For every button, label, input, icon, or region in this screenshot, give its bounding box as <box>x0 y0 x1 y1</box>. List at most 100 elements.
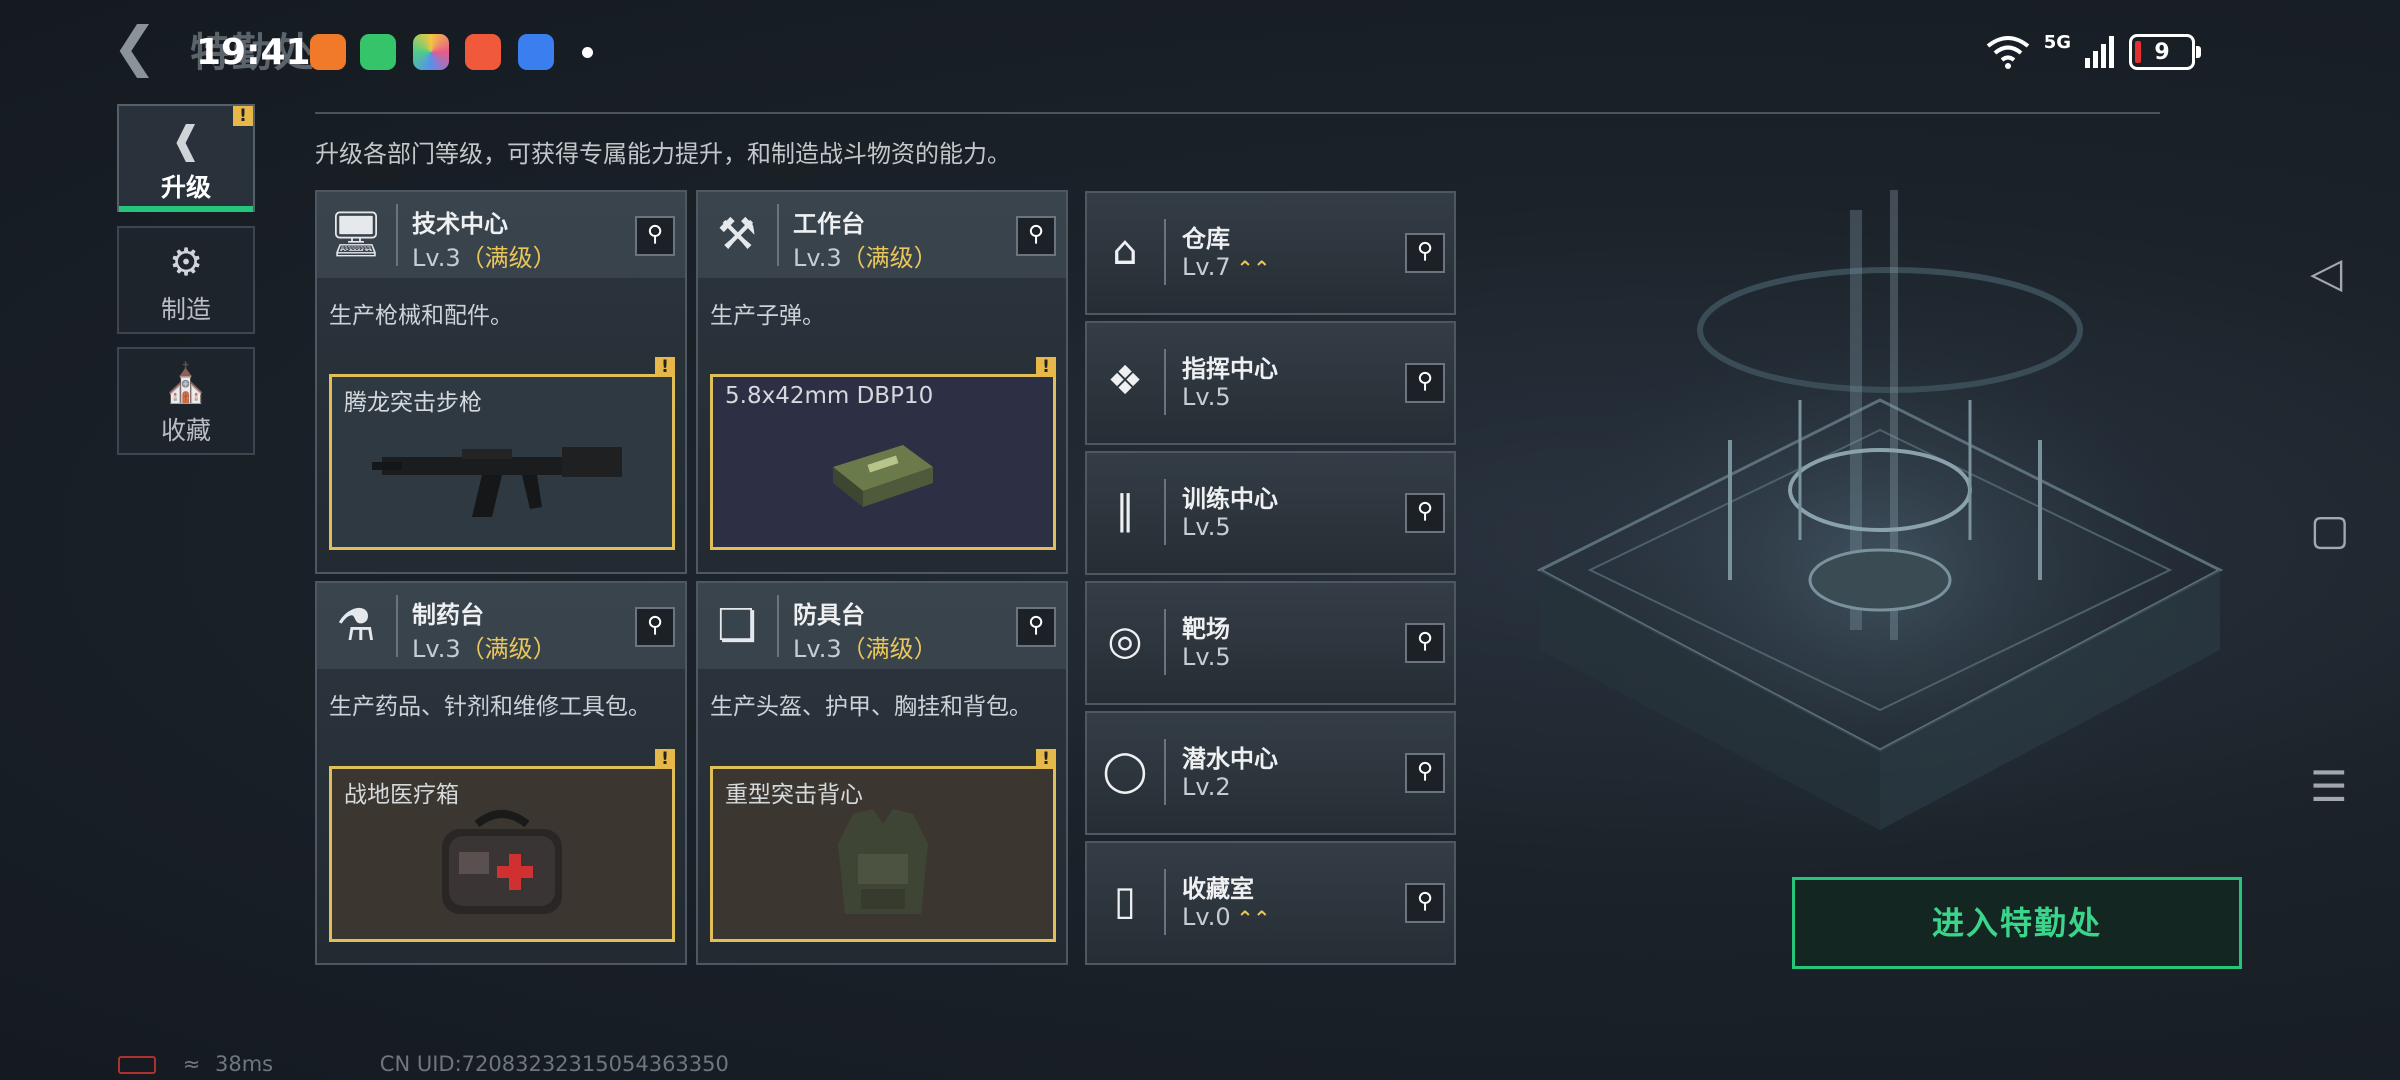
facility-name: 收藏室 <box>1182 875 1254 903</box>
computer-icon: 🖥 <box>328 209 384 260</box>
tab-upgrade[interactable]: ❰ 升级 ! <box>117 104 255 212</box>
card-description: 生产子弹。 <box>710 303 825 329</box>
item-name: 腾龙突击步枪 <box>344 390 482 416</box>
facility-level: Lv.5 <box>1182 643 1231 671</box>
tab-label: 制造 <box>160 295 211 324</box>
divider <box>1164 479 1166 545</box>
facility-name: 潜水中心 <box>1182 745 1278 773</box>
divider <box>1164 349 1166 415</box>
back-nav-icon[interactable]: ◁ <box>2310 248 2342 297</box>
search-button[interactable]: ⚲ <box>635 216 675 256</box>
more-notifications-dot <box>582 47 593 58</box>
base-hologram-image <box>1520 190 2240 870</box>
hammer-wrench-icon: ⚒ <box>717 209 757 260</box>
card-level: Lv.3（满级） <box>412 238 557 273</box>
craft-item-slot[interactable]: 战地医疗箱 ! <box>329 749 675 942</box>
card-workbench[interactable]: ⚒ 工作台 Lv.3（满级） ⚲ 生产子弹。 5.8x42mm DBP10 ! <box>696 190 1068 574</box>
ammo-box-image <box>833 445 933 507</box>
wifi-icon: ≈ <box>182 1052 201 1076</box>
level-value: Lv.3 <box>412 244 461 272</box>
alert-badge: ! <box>1036 749 1056 769</box>
max-level-label: （满级） <box>841 635 938 663</box>
search-button[interactable]: ⚲ <box>1405 883 1445 923</box>
enter-base-button[interactable]: 进入特勤处 <box>1792 877 2242 969</box>
tab-label: 升级 <box>160 173 211 202</box>
facility-warehouse[interactable]: ⌂ 仓库 Lv.7 ⌃⌃ ⚲ <box>1085 191 1456 315</box>
alert-badge: ! <box>233 106 253 126</box>
search-button[interactable]: ⚲ <box>1405 623 1445 663</box>
item-name: 5.8x42mm DBP10 <box>725 383 934 409</box>
divider <box>1164 609 1166 675</box>
back-arrow-icon[interactable]: ❮ <box>112 20 162 74</box>
max-level-label: （满级） <box>460 635 557 663</box>
vest-image <box>838 809 928 914</box>
card-title: 防具台 <box>793 601 865 629</box>
level-value: Lv.3 <box>793 244 842 272</box>
divider <box>1164 219 1166 285</box>
card-tech-center[interactable]: 🖥 技术中心 Lv.3（满级） ⚲ 生产枪械和配件。 腾龙突击步枪 ! <box>315 190 687 574</box>
card-pharmacy[interactable]: ⚗ 制药台 Lv.3（满级） ⚲ 生产药品、针剂和维修工具包。 战地医疗箱 ! <box>315 581 687 965</box>
craft-item-slot[interactable]: 腾龙突击步枪 ! <box>329 357 675 550</box>
card-level: Lv.3（满级） <box>793 629 938 664</box>
divider <box>1164 869 1166 935</box>
home-nav-icon[interactable]: ▢ <box>2310 505 2350 554</box>
facility-collection-room[interactable]: ▯ 收藏室 Lv.0 ⌃⌃ ⚲ <box>1085 841 1456 965</box>
craft-item-slot[interactable]: 5.8x42mm DBP10 ! <box>710 357 1056 550</box>
browser-app-icon <box>518 34 554 70</box>
card-description: 生产药品、针剂和维修工具包。 <box>329 694 651 720</box>
level-value: Lv.7 <box>1182 253 1231 281</box>
alert-badge: ! <box>655 357 675 377</box>
max-level-label: （满级） <box>841 244 938 272</box>
facility-level: Lv.7 ⌃⌃ <box>1182 253 1270 281</box>
menu-nav-icon[interactable]: ☰ <box>2310 762 2348 811</box>
card-level: Lv.3（满级） <box>793 238 938 273</box>
footer: ≈ 38ms CN UID:72083232315054363350 <box>118 1052 729 1076</box>
search-button[interactable]: ⚲ <box>1405 493 1445 533</box>
signal-icon <box>2085 36 2114 68</box>
facility-name: 靶场 <box>1182 615 1230 643</box>
divider <box>777 595 779 657</box>
trophy-icon: ⛪ <box>162 361 210 405</box>
search-button[interactable]: ⚲ <box>1016 216 1056 256</box>
trophy-case-icon: ▯ <box>1113 878 1136 924</box>
search-button[interactable]: ⚲ <box>1016 607 1056 647</box>
active-tab-indicator <box>119 206 253 212</box>
card-title: 工作台 <box>793 210 865 238</box>
ping-value: 38ms <box>214 1052 274 1076</box>
upgrade-available-icon: ⌃⌃ <box>1236 256 1271 280</box>
search-button[interactable]: ⚲ <box>1405 363 1445 403</box>
facility-level: Lv.5 <box>1182 513 1231 541</box>
divider <box>777 204 779 266</box>
facility-level: Lv.5 <box>1182 383 1231 411</box>
intro-text: 升级各部门等级，可获得专属能力提升，和制造战斗物资的能力。 <box>315 140 1011 168</box>
diving-mask-icon: ◯ <box>1102 748 1148 794</box>
warehouse-icon: ⌂ <box>1112 228 1138 274</box>
microscope-icon: ⚗ <box>336 600 376 651</box>
facility-name: 仓库 <box>1182 225 1230 253</box>
card-title: 制药台 <box>412 601 484 629</box>
max-level-label: （满级） <box>460 244 557 272</box>
facility-name: 训练中心 <box>1182 485 1278 513</box>
tab-collection[interactable]: ⛪ 收藏 <box>117 347 255 455</box>
photos-app-icon <box>413 34 449 70</box>
tab-craft[interactable]: ⚙ 制造 <box>117 226 255 334</box>
facility-name: 指挥中心 <box>1182 355 1278 383</box>
upgrade-available-icon: ⌃⌃ <box>1236 906 1271 930</box>
facility-training-center[interactable]: ∥ 训练中心 Lv.5 ⚲ <box>1085 451 1456 575</box>
status-bar: ❮ 特勤处 19:41 5G 9 <box>0 0 2400 105</box>
card-armor-bench[interactable]: ❏ 防具台 Lv.3（满级） ⚲ 生产头盔、护甲、胸挂和背包。 重型突击背心 ! <box>696 581 1068 965</box>
search-button[interactable]: ⚲ <box>635 607 675 647</box>
battery-level: 9 <box>2154 39 2170 65</box>
cubes-icon: ❏ <box>717 600 757 651</box>
divider <box>1164 739 1166 805</box>
search-button[interactable]: ⚲ <box>1405 753 1445 793</box>
craft-item-slot[interactable]: 重型突击背心 ! <box>710 749 1056 942</box>
network-type: 5G <box>2043 31 2071 53</box>
facility-shooting-range[interactable]: ◎ 靶场 Lv.5 ⚲ <box>1085 581 1456 705</box>
card-description: 生产枪械和配件。 <box>329 303 513 329</box>
search-button[interactable]: ⚲ <box>1405 233 1445 273</box>
facility-command-center[interactable]: ❖ 指挥中心 Lv.5 ⚲ <box>1085 321 1456 445</box>
wifi-icon <box>1986 36 2029 69</box>
divider <box>396 204 398 266</box>
facility-diving-center[interactable]: ◯ 潜水中心 Lv.2 ⚲ <box>1085 711 1456 835</box>
